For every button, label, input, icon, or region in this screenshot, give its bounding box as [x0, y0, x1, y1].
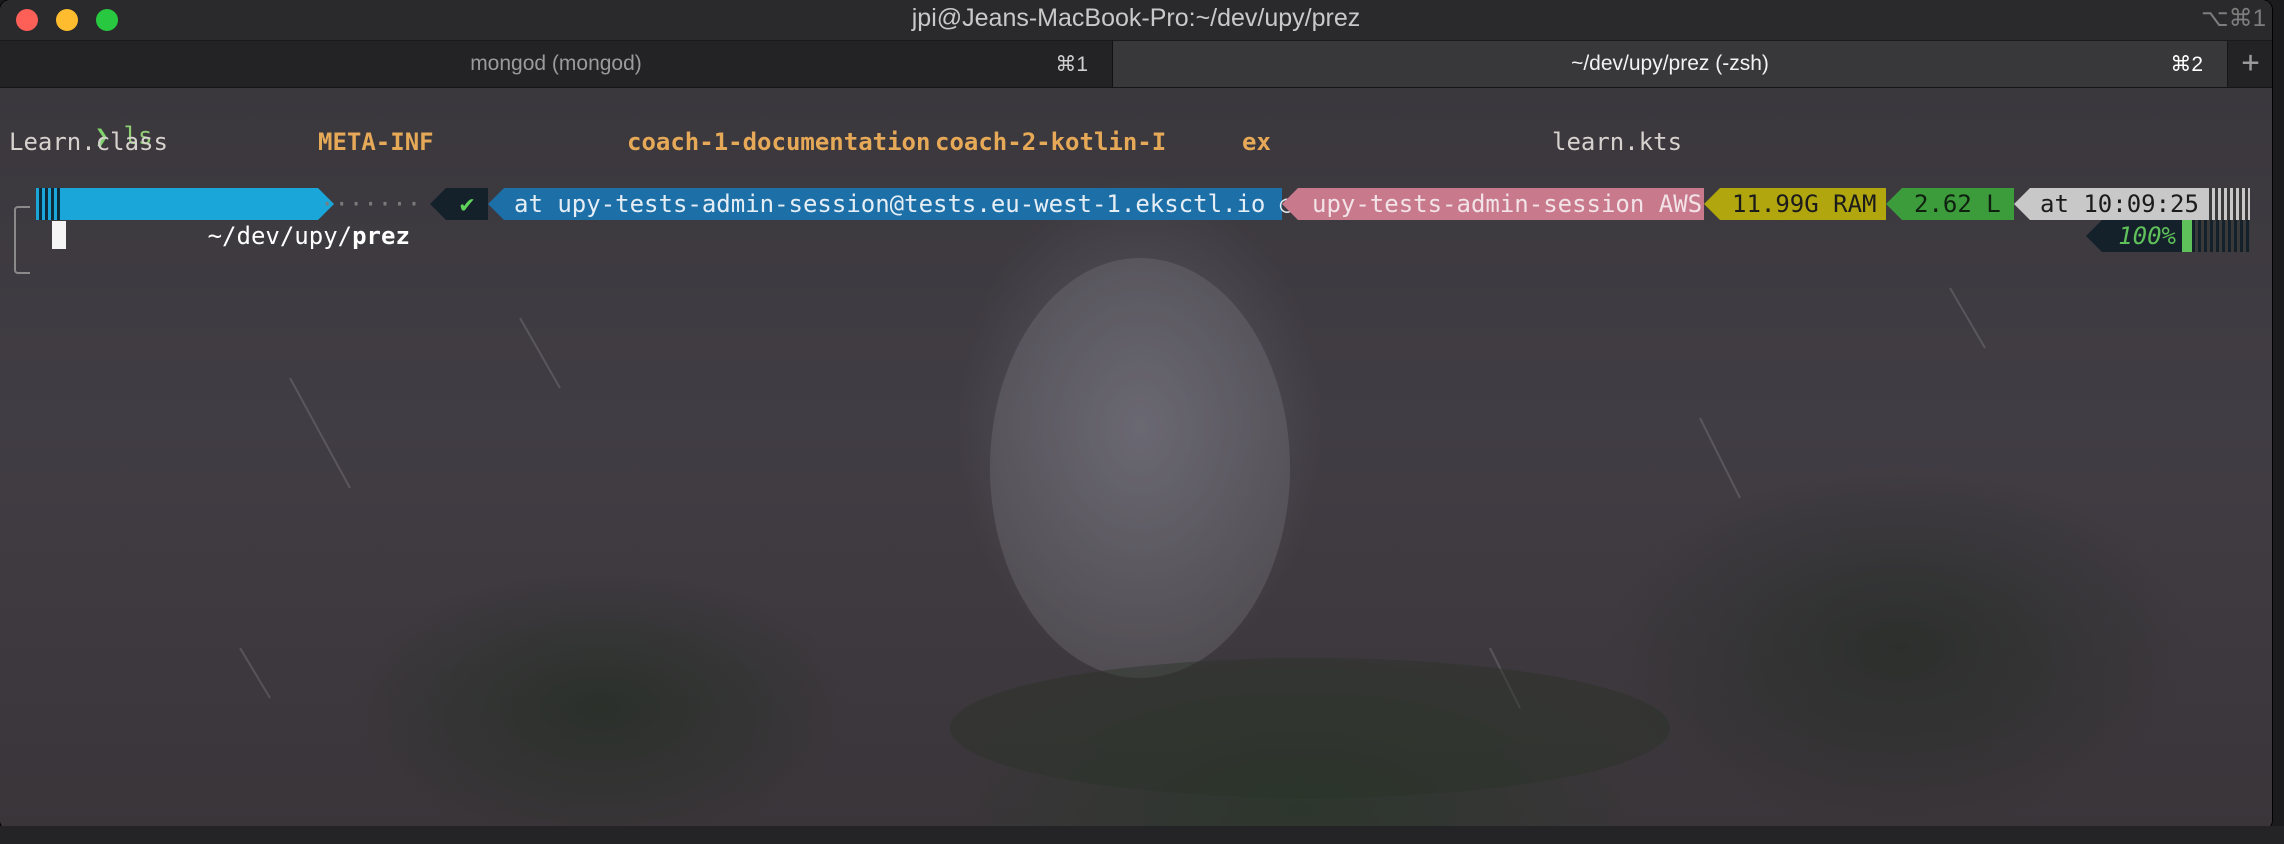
battery-segment: 100%	[2102, 220, 2182, 252]
dots-filler: ·······	[320, 190, 422, 218]
tab-mongod[interactable]: mongod (mongod) ⌘1	[0, 41, 1112, 87]
path-segment: ~/dev/upy/prez	[60, 188, 410, 250]
segment-arrow	[1704, 188, 1720, 220]
tab-bar: mongod (mongod) ⌘1 ~/dev/upy/prez (-zsh)…	[0, 41, 2272, 88]
dither-decoration	[36, 188, 60, 220]
powerline-prompt: ~/dev/upy/prez ······· ✔ at upy-tests-ad…	[0, 188, 2272, 250]
tab-label: mongod (mongod)	[470, 52, 642, 75]
time-segment: at 10:09:25	[2030, 188, 2206, 220]
ls-dir: coach-1-documentation	[627, 128, 931, 156]
segment-arrow	[430, 188, 446, 220]
ls-dir: coach-2-kotlin-I	[935, 128, 1167, 156]
new-tab-plus-icon[interactable]: +	[2227, 41, 2272, 87]
tab-zsh[interactable]: ~/dev/upy/prez (-zsh) ⌘2	[1113, 41, 2227, 87]
background-window-strip	[0, 826, 2284, 844]
ls-file: Learn.class	[9, 128, 168, 156]
title-bar: jpi@Jeans-MacBook-Pro:~/dev/upy/prez ⌥⌘1	[0, 0, 2272, 41]
dither-decoration	[2192, 220, 2250, 252]
segment-arrow	[1282, 188, 1298, 220]
battery-bar	[2182, 220, 2192, 252]
load-segment: 2.62 L	[1902, 188, 2014, 220]
ls-dir: META-INF	[318, 128, 434, 156]
window-title: jpi@Jeans-MacBook-Pro:~/dev/upy/prez	[911, 4, 1361, 32]
segment-arrow	[488, 188, 504, 220]
segment-arrow	[2086, 220, 2102, 252]
ls-file: learn.kts	[1552, 128, 1683, 156]
window-shortcut: ⌥⌘1	[2200, 5, 2266, 32]
prompt-connector	[14, 206, 30, 274]
text-cursor	[52, 221, 66, 249]
segment-arrow	[2014, 188, 2030, 220]
ls-dir: ex	[1242, 128, 1271, 156]
tab-shortcut: ⌘2	[2170, 53, 2203, 76]
tab-label: ~/dev/upy/prez (-zsh)	[1571, 52, 1769, 75]
battery-line: 100%	[0, 220, 2272, 252]
kube-context-segment: at upy-tests-admin-session@tests.eu-west…	[504, 188, 1294, 220]
dither-decoration	[2206, 188, 2250, 220]
terminal-window: jpi@Jeans-MacBook-Pro:~/dev/upy/prez ⌥⌘1…	[0, 0, 2272, 830]
terminal-content[interactable]: ❯ ls Learn.class META-INF coach-1-docume…	[0, 88, 2272, 830]
tab-shortcut: ⌘1	[1055, 53, 1088, 76]
aws-profile-segment: upy-tests-admin-session AWS	[1298, 188, 1704, 220]
status-ok-icon: ✔	[446, 188, 488, 220]
ram-segment: 11.99G RAM	[1720, 188, 1886, 220]
segment-arrow	[1886, 188, 1902, 220]
